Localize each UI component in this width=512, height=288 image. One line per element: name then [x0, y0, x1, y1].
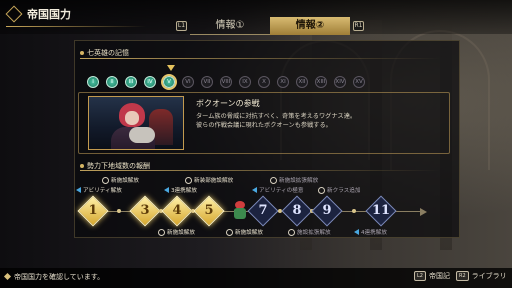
reward-label-text: 新施設解放	[111, 178, 139, 184]
stage-number: 9	[322, 203, 332, 218]
current-memory-pointer-icon	[167, 65, 175, 71]
reward-label: 新クラス追加	[318, 186, 360, 194]
page-title-text: 帝国国力	[27, 8, 71, 21]
reward-label-text: 新施設解放	[235, 230, 263, 236]
facility-icon	[185, 176, 192, 184]
stage-number: 11	[371, 203, 391, 218]
memory-numeral[interactable]: XIV	[334, 76, 346, 88]
memory-numeral[interactable]: X	[258, 76, 270, 88]
section-bullet-icon	[80, 51, 84, 55]
library-label: ライブラリ	[471, 272, 507, 280]
stage-number: 7	[258, 203, 268, 218]
memory-numeral[interactable]: VII	[201, 76, 213, 88]
memory-numeral[interactable]: IV	[144, 76, 156, 88]
event-illustration	[88, 96, 184, 150]
progress-section-divider	[80, 170, 440, 171]
reward-label: 新施設解放	[158, 228, 195, 236]
reward-label: 新装部施設解放	[185, 176, 233, 184]
title-underline	[6, 26, 146, 27]
track-dot	[117, 209, 121, 213]
facility-icon	[158, 228, 165, 236]
stage-number: 4	[172, 203, 182, 218]
library-button[interactable]: R2 ライブラリ	[456, 271, 507, 281]
memory-numeral[interactable]: II	[106, 76, 118, 88]
arrow-icon	[164, 187, 169, 193]
reward-label-text: 4連携解放	[361, 230, 387, 236]
track-end-arrow-icon	[420, 208, 427, 216]
reward-label-text: アビリティ解放	[83, 188, 122, 194]
facility-icon	[288, 228, 295, 236]
status-message: 帝国国力を確認しています。	[14, 273, 105, 281]
reward-label: 施設拡張解放	[288, 228, 331, 236]
tab-info-1[interactable]: 情報①	[190, 17, 270, 35]
arrow-icon	[252, 187, 257, 193]
reward-label-text: 3連携解放	[171, 188, 197, 194]
tab-info-2[interactable]: 情報②	[270, 17, 350, 35]
reward-label: 新施設拡張解放	[270, 176, 318, 184]
memory-numeral[interactable]: XII	[296, 76, 308, 88]
reward-label-text: アビリティの極意	[259, 188, 304, 194]
arrow-icon	[76, 187, 81, 193]
reward-label-text: 新クラス追加	[327, 188, 361, 194]
memory-numeral[interactable]: I	[87, 76, 99, 88]
heroes-section-title: 七英雄の記憶	[80, 48, 129, 58]
reward-label: 新施設解放	[102, 176, 139, 184]
stage-number: 8	[292, 203, 302, 218]
arrow-icon	[354, 229, 359, 235]
section-bullet-icon	[80, 164, 84, 168]
r2-key-icon: R2	[456, 271, 469, 281]
tab-prev-key[interactable]: L1	[176, 21, 187, 31]
page-title: 帝国国力	[5, 5, 71, 23]
memory-numeral[interactable]: VI	[182, 76, 194, 88]
tab-next-key[interactable]: R1	[353, 21, 364, 31]
empire-record-button[interactable]: L2 帝国記	[414, 271, 450, 281]
memory-numeral[interactable]: XV	[353, 76, 365, 88]
memory-numeral[interactable]: XIII	[315, 76, 327, 88]
memory-numeral[interactable]: V	[163, 76, 175, 88]
event-title: ボクオーンの参戦	[196, 99, 260, 108]
class-icon	[318, 186, 325, 194]
current-position-avatar	[232, 201, 248, 219]
stage-number: 3	[140, 203, 150, 218]
empire-crest-icon	[5, 5, 23, 23]
event-description: ターム族の脅威に対抗すべく、奇策を考えるワグナス達。 彼らの作戦会議に現れたボク…	[196, 113, 357, 129]
empire-record-label: 帝国記	[428, 272, 450, 280]
heroes-section-divider	[80, 58, 440, 59]
facility-icon	[270, 176, 277, 184]
facility-icon	[226, 228, 233, 236]
memory-numeral[interactable]: VIII	[220, 76, 232, 88]
reward-label-text: 施設拡張解放	[297, 230, 331, 236]
reward-label: 3連携解放	[164, 186, 197, 194]
l2-key-icon: L2	[414, 271, 426, 281]
reward-label-text: 新施設拡張解放	[279, 178, 319, 184]
memory-numeral[interactable]: IX	[239, 76, 251, 88]
stage-number: 1	[88, 203, 98, 218]
track-dot	[352, 209, 356, 213]
reward-label-text: 新装部施設解放	[194, 178, 234, 184]
reward-label: 4連携解放	[354, 228, 387, 236]
memory-numeral[interactable]: XI	[277, 76, 289, 88]
reward-label: 新施設解放	[226, 228, 263, 236]
stage-number: 5	[204, 203, 214, 218]
reward-label-text: 新施設解放	[167, 230, 195, 236]
facility-icon	[102, 176, 109, 184]
reward-label: アビリティの極意	[252, 186, 303, 194]
memory-numeral[interactable]: III	[125, 76, 137, 88]
reward-label: アビリティ解放	[76, 186, 122, 194]
tab-strip: L1 情報① 情報② R1	[176, 17, 364, 35]
